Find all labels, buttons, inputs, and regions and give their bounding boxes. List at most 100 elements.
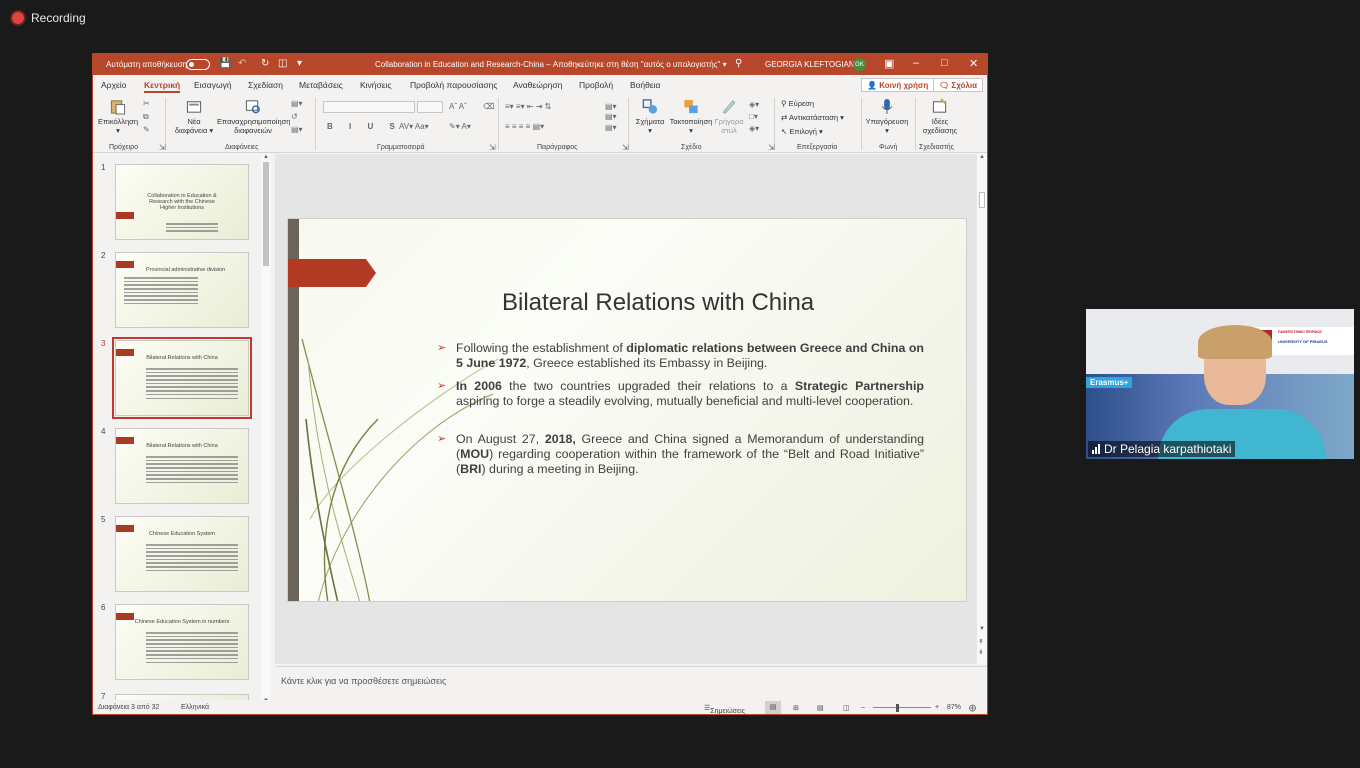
editor-scrollbar[interactable]: ▲ ▼ ↟ ↡ [977,154,987,664]
zoom-slider-thumb[interactable] [896,704,899,712]
layout-icon[interactable]: ▤▾ [291,99,303,108]
slide-thumbnail-5[interactable]: Chinese Education System [115,516,249,592]
increase-font-icon[interactable]: Aˆ Aˇ [449,102,467,111]
paste-button[interactable]: Επικόλληση ▾ [97,98,139,136]
slideshow-icon[interactable]: ◫ [843,704,850,712]
thumb-title: Chinese Education System in numbers [134,619,230,625]
slide-thumbnail-1[interactable]: Collaboration in Education & Research wi… [115,164,249,240]
next-slide-icon[interactable]: ↡ [978,648,984,656]
undo-icon[interactable]: ↶ [238,58,246,69]
select-button[interactable]: ↖ Επιλογή ▾ [781,127,823,136]
maximize-icon[interactable]: □ [941,57,948,69]
tab-file[interactable]: Αρχείο [101,80,126,90]
smartart-icon[interactable]: ▤▾ [605,123,617,132]
ribbon-display-icon[interactable]: ▣ [884,57,894,70]
reset-icon[interactable]: ↺ [291,112,298,121]
participant-name: Dr Pelagia karpathiotaki [1104,442,1232,456]
section-icon[interactable]: ▤▾ [291,125,303,134]
dialog-launcher-icon[interactable]: ⇲ [489,143,496,152]
dictate-button[interactable]: Υπαγόρευση ▾ [865,98,909,136]
dialog-launcher-icon[interactable]: ⇲ [159,143,166,152]
tab-design[interactable]: Σχεδίαση [248,80,283,90]
thumbnail-scrollbar[interactable]: ▲ ▼ [261,154,271,704]
user-name[interactable]: GEORGIA KLEFTOGIANNI [765,60,863,69]
font-size-input[interactable] [417,101,443,113]
thumb-number: 1 [101,163,106,172]
zoom-in-icon[interactable]: + [935,704,939,711]
customize-toolbar-icon[interactable]: ▾ [297,58,302,69]
notes-pane[interactable]: Κάντε κλικ για να προσθέσετε σημειώσεις [275,666,987,700]
new-slide-button[interactable]: Νέα διαφάνεια ▾ [173,98,215,136]
find-button[interactable]: ⚲ Εύρεση [781,99,814,108]
align-text-icon[interactable]: ▤▾ [605,112,617,121]
tab-slideshow[interactable]: Προβολή παρουσίασης [410,80,497,90]
thumb-lines [146,544,238,574]
bullet-1[interactable]: ➢ Following the establishment of diplomat… [437,341,924,371]
dialog-launcher-icon[interactable]: ⇲ [768,143,775,152]
shape-outline-icon[interactable]: □▾ [749,112,758,121]
clear-format-icon[interactable]: ⌫ [483,102,494,111]
replace-button[interactable]: ⇄ Αντικατάσταση ▾ [781,113,844,122]
previous-slide-icon[interactable]: ↟ [978,638,984,646]
format-painter-icon[interactable]: ✎ [143,125,150,134]
tab-insert[interactable]: Εισαγωγή [194,80,232,90]
document-title[interactable]: Collaboration in Education and Research-… [375,60,727,69]
tab-home[interactable]: Κεντρική [144,80,181,93]
autosave-toggle[interactable] [186,59,210,70]
align-icons[interactable]: ≡ ≡ ≡ ≡ ▤▾ [505,122,544,131]
design-ideas-button[interactable]: Ιδέες σχεδίασης [919,98,961,136]
shapes-button[interactable]: Σχήματα ▾ [633,98,667,136]
slide-thumbnail-2[interactable]: Provincial administrative division [115,252,249,328]
font-name-input[interactable] [323,101,415,113]
avatar[interactable]: GK [853,58,866,71]
redo-icon[interactable]: ↻ [261,58,269,69]
scrollbar-thumb[interactable] [263,162,269,266]
dialog-launcher-icon[interactable]: ⇲ [622,143,629,152]
copy-icon[interactable]: ⧉ [143,112,149,122]
shape-fill-icon[interactable]: ◈▾ [749,100,759,109]
scrollbar-thumb[interactable] [979,192,985,208]
slide-thumbnail-3[interactable]: Bilateral Relations with China [112,337,252,419]
present-icon[interactable]: ◫ [278,58,287,69]
scroll-down-icon[interactable]: ▼ [979,626,985,632]
tab-help[interactable]: Βοήθεια [630,80,660,90]
slide-thumbnail-6[interactable]: Chinese Education System in numbers [115,604,249,680]
tab-animations[interactable]: Κινήσεις [360,80,392,90]
minimize-icon[interactable]: – [913,57,919,69]
close-icon[interactable]: ✕ [969,57,978,70]
arrange-button[interactable]: Τακτοποίηση ▾ [669,98,713,136]
quick-styles-button[interactable]: Γρήγορα στυλ [713,98,745,136]
current-slide[interactable]: Bilateral Relations with China ➢ Followin… [287,218,967,602]
tab-view[interactable]: Προβολή [579,80,613,90]
zoom-slider[interactable] [873,707,931,708]
shape-effects-icon[interactable]: ◈▾ [749,124,759,133]
tab-review[interactable]: Αναθεώρηση [513,80,562,90]
fit-slide-icon[interactable]: ⨁ [969,704,976,712]
text-direction-icon[interactable]: ▤▾ [605,102,617,111]
share-button[interactable]: 👤 Κοινή χρήση [861,78,935,92]
slide-title[interactable]: Bilateral Relations with China [502,289,814,317]
highlight-icon[interactable]: ✎▾ A▾ [449,122,471,131]
normal-view-icon[interactable]: ▤ [765,701,781,714]
zoom-out-icon[interactable]: – [861,704,865,711]
font-style-icons[interactable]: B I U S [327,122,402,131]
bullets-icon[interactable]: ≡▾ ≡▾ ⇤ ⇥ ⇅ [505,102,551,111]
slide-sorter-icon[interactable]: ⊞ [793,704,799,712]
zoom-level[interactable]: 87% [947,704,961,711]
slide-thumbnail-4[interactable]: Bilateral Relations with China [115,428,249,504]
notes-toggle-button[interactable]: ☰ Σημειώσεις [704,704,745,714]
scroll-up-icon[interactable]: ▲ [263,154,269,160]
language-indicator[interactable]: Ελληνικά [181,704,209,711]
comments-button[interactable]: 🗨 Σχόλια [933,78,983,92]
bullet-2[interactable]: ➢ In 2006 the two countries upgraded thei… [437,379,924,409]
bullet-3[interactable]: ➢ On August 27, 2018, Greece and China si… [437,432,924,478]
reuse-slides-button[interactable]: Επαναχρησιμοποίηση διαφανειών [217,98,290,136]
cut-icon[interactable]: ✂ [143,99,150,108]
search-icon[interactable]: ⚲ [735,58,742,69]
thumb-accent [116,261,134,268]
char-spacing-icon[interactable]: AV▾ Aa▾ [399,122,429,131]
save-icon[interactable]: 💾 [219,58,231,69]
tab-transitions[interactable]: Μεταβάσεις [299,80,343,90]
scroll-up-icon[interactable]: ▲ [979,154,985,160]
reading-view-icon[interactable]: ▤ [817,704,824,712]
